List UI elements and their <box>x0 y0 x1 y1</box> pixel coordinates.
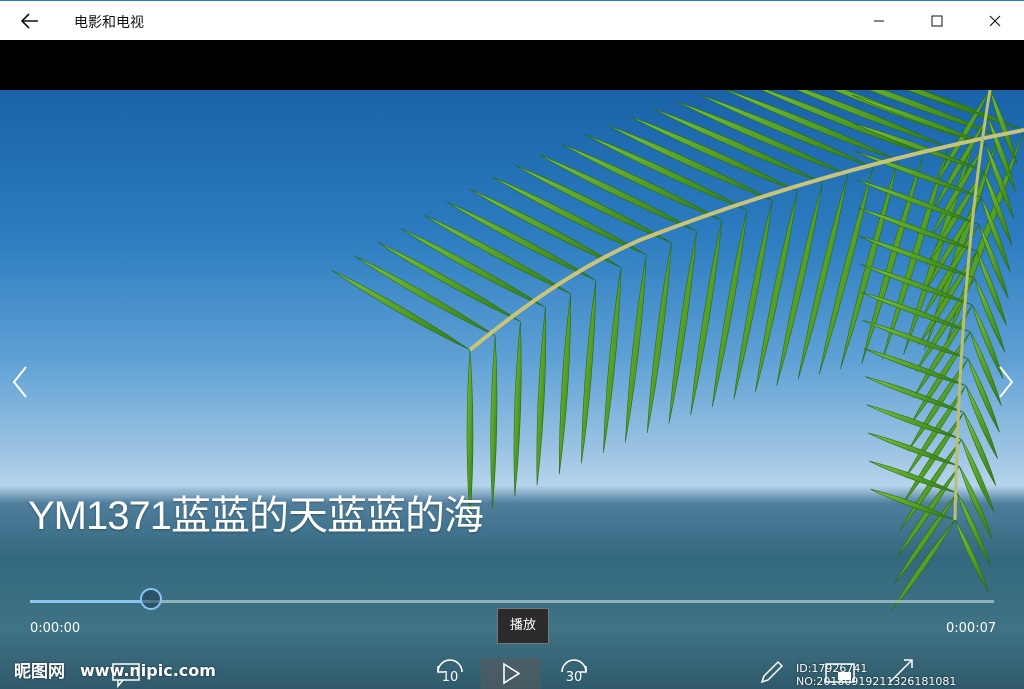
fullscreen-icon <box>889 659 913 683</box>
title-bar: 电影和电视 <box>0 0 1024 40</box>
maximize-icon <box>931 15 943 27</box>
back-button[interactable] <box>14 7 46 35</box>
transport-controls: 10 30 <box>0 658 1024 689</box>
subtitles-button[interactable] <box>104 658 148 689</box>
pen-icon <box>760 660 784 684</box>
seek-bar-thumb[interactable] <box>139 588 162 610</box>
subtitles-icon <box>112 663 140 689</box>
chevron-right-icon <box>999 366 1014 398</box>
maximize-button[interactable] <box>914 1 960 41</box>
minimize-button[interactable] <box>856 1 902 41</box>
next-button[interactable] <box>990 362 1022 402</box>
letterbox-top <box>0 40 1024 90</box>
close-icon <box>989 15 1001 27</box>
video-title: YM1371蓝蓝的天蓝蓝的海 <box>28 494 484 538</box>
arrow-left-icon <box>21 13 38 29</box>
play-tooltip: 播放 <box>497 608 549 644</box>
skip-back-10-button[interactable]: 10 <box>428 658 472 689</box>
current-time: 0:00:00 <box>30 621 81 636</box>
chevron-left-icon <box>12 366 27 398</box>
total-time: 0:00:07 <box>946 621 997 636</box>
play-icon <box>503 662 521 685</box>
play-button[interactable] <box>481 658 541 689</box>
seek-bar-fill <box>30 600 151 603</box>
video-surface[interactable]: YM1371蓝蓝的天蓝蓝的海 0:00:00 0:00:07 播放 昵图网 ww… <box>0 90 1024 689</box>
edit-button[interactable] <box>750 658 794 689</box>
skip-forward-30-button[interactable]: 30 <box>552 658 596 689</box>
minimize-icon <box>874 20 884 22</box>
previous-button[interactable] <box>4 362 36 402</box>
seek-bar[interactable] <box>30 588 994 610</box>
fullscreen-button[interactable] <box>880 658 924 689</box>
window-title: 电影和电视 <box>74 15 144 31</box>
close-button[interactable] <box>972 1 1018 41</box>
skip-back-label: 10 <box>441 670 459 685</box>
mini-view-icon <box>825 663 855 683</box>
mini-view-button[interactable] <box>818 658 862 689</box>
skip-forward-label: 30 <box>565 670 583 685</box>
